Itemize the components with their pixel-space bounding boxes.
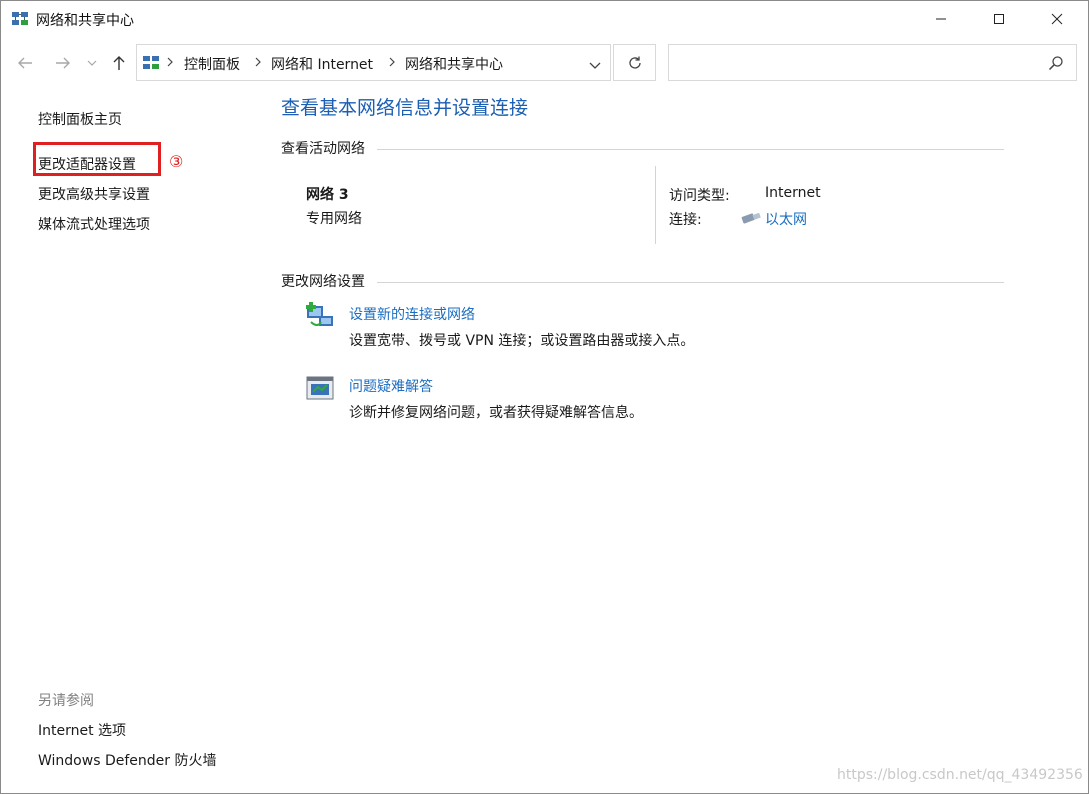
search-icon bbox=[1048, 55, 1064, 71]
new-connection-icon bbox=[305, 300, 335, 330]
sidebar-item-control-panel-home[interactable]: 控制面板主页 bbox=[38, 109, 122, 129]
see-also-heading: 另请参阅 bbox=[38, 693, 94, 709]
network-sharing-center-window: 网络和共享中心 控制面板 网络和 Internet 网络和共享中心 控制面板主页… bbox=[0, 0, 1089, 794]
minimize-icon bbox=[936, 18, 946, 20]
up-button[interactable] bbox=[109, 53, 129, 73]
chevron-down-icon bbox=[87, 60, 97, 66]
setup-new-connection-link[interactable]: 设置新的连接或网络 bbox=[349, 304, 475, 324]
step-number-label: ③ bbox=[169, 152, 184, 171]
access-type-label: 访问类型: bbox=[669, 188, 730, 204]
network-center-icon bbox=[11, 10, 29, 28]
watermark-text: https://blog.csdn.net/qq_43492356 bbox=[837, 767, 1083, 783]
active-networks-heading: 查看活动网络 bbox=[281, 141, 365, 157]
sidebar-item-media-streaming-options[interactable]: 媒体流式处理选项 bbox=[38, 214, 150, 234]
minimize-button[interactable] bbox=[917, 1, 965, 37]
forward-button[interactable] bbox=[53, 53, 73, 73]
page-title: 查看基本网络信息并设置连接 bbox=[281, 97, 529, 119]
chevron-right-icon[interactable] bbox=[253, 55, 263, 69]
connections-label: 连接: bbox=[669, 212, 702, 228]
breadcrumb-control-panel[interactable]: 控制面板 bbox=[184, 54, 240, 74]
sidebar-item-advanced-sharing-settings[interactable]: 更改高级共享设置 bbox=[38, 184, 150, 204]
chevron-down-icon bbox=[589, 62, 601, 69]
refresh-icon bbox=[628, 56, 641, 69]
address-dropdown-button[interactable] bbox=[588, 57, 602, 69]
sidebar-item-internet-options[interactable]: Internet 选项 bbox=[38, 720, 126, 740]
arrow-left-icon bbox=[18, 57, 32, 69]
section-divider bbox=[377, 149, 1004, 150]
title-bar: 网络和共享中心 bbox=[1, 1, 1088, 39]
troubleshoot-problems-description: 诊断并修复网络问题，或者获得疑难解答信息。 bbox=[349, 405, 643, 421]
vertical-divider bbox=[655, 166, 656, 244]
navigation-bar: 控制面板 网络和 Internet 网络和共享中心 bbox=[1, 39, 1088, 87]
search-input[interactable] bbox=[668, 44, 1077, 81]
troubleshoot-problems-link[interactable]: 问题疑难解答 bbox=[349, 376, 433, 396]
setup-new-connection-description: 设置宽带、拨号或 VPN 连接；或设置路由器或接入点。 bbox=[349, 333, 695, 349]
refresh-button[interactable] bbox=[613, 44, 656, 81]
change-settings-heading: 更改网络设置 bbox=[281, 274, 365, 290]
troubleshoot-icon bbox=[305, 373, 335, 403]
network-center-icon bbox=[142, 54, 160, 72]
close-button[interactable] bbox=[1033, 1, 1081, 37]
network-category[interactable]: 专用网络 bbox=[306, 208, 362, 228]
close-icon bbox=[1051, 13, 1063, 25]
maximize-icon bbox=[994, 14, 1004, 24]
address-bar[interactable]: 控制面板 网络和 Internet 网络和共享中心 bbox=[136, 44, 611, 81]
recent-locations-button[interactable] bbox=[85, 53, 99, 73]
arrow-up-icon bbox=[113, 56, 125, 70]
highlight-box bbox=[33, 142, 161, 176]
chevron-right-icon bbox=[165, 55, 175, 69]
maximize-button[interactable] bbox=[975, 1, 1023, 37]
section-divider bbox=[377, 282, 1004, 283]
arrow-right-icon bbox=[56, 57, 70, 69]
chevron-right-icon[interactable] bbox=[387, 55, 397, 69]
window-title: 网络和共享中心 bbox=[36, 13, 134, 29]
ethernet-connection-link[interactable]: 以太网 bbox=[765, 209, 807, 229]
ethernet-icon bbox=[740, 210, 762, 224]
network-name: 网络 3 bbox=[306, 187, 349, 203]
back-button[interactable] bbox=[15, 53, 35, 73]
breadcrumb-network-internet[interactable]: 网络和 Internet bbox=[271, 54, 373, 74]
breadcrumb-network-sharing-center[interactable]: 网络和共享中心 bbox=[405, 54, 503, 74]
sidebar-item-windows-firewall[interactable]: Windows Defender 防火墙 bbox=[38, 750, 216, 770]
access-type-value: Internet bbox=[765, 185, 821, 201]
